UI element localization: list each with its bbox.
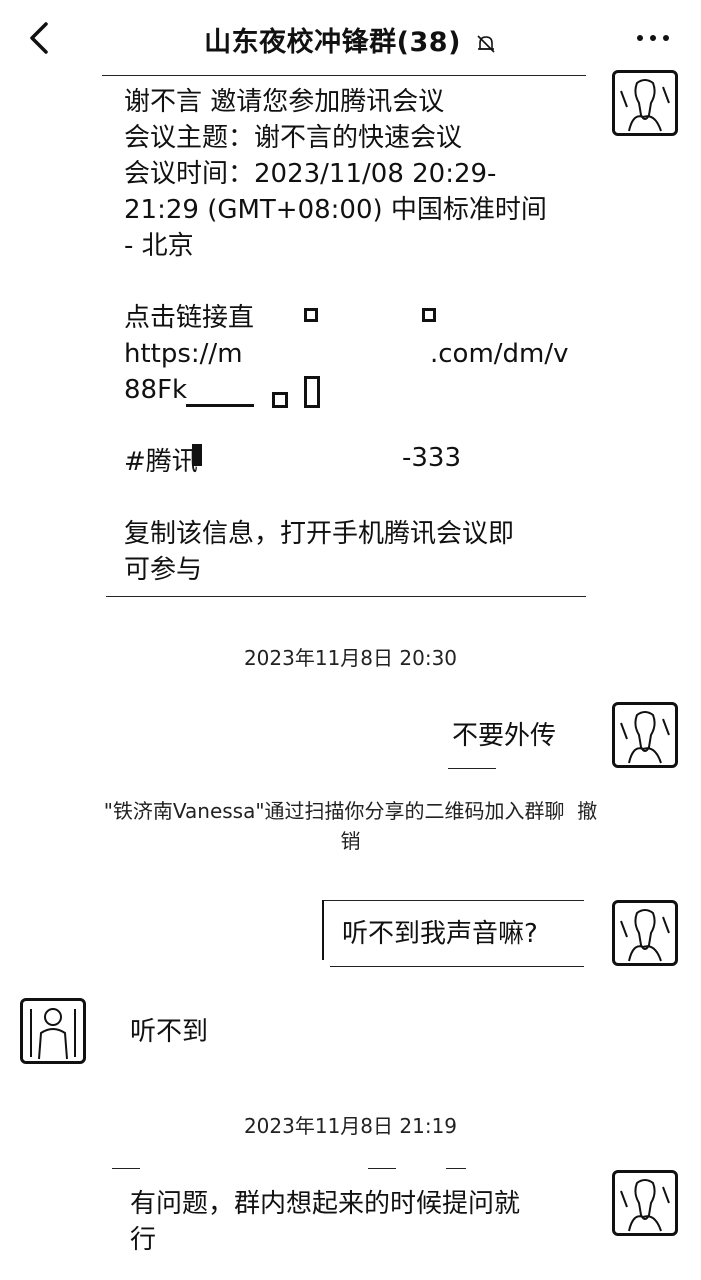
bubble-border-bottom	[106, 596, 586, 597]
system-notice: "铁济南Vanessa"通过扫描你分享的二维码加入群聊 撤 销	[103, 799, 598, 853]
avatar-self[interactable]	[612, 900, 678, 966]
avatar-self[interactable]	[612, 70, 678, 136]
bubble-border-left	[322, 900, 324, 960]
avatar-person-icon	[30, 1008, 76, 1060]
avatar-portrait-icon	[620, 1179, 670, 1232]
message-text[interactable]: 不要外传	[452, 718, 556, 754]
message-text[interactable]: 听不到	[130, 1014, 208, 1050]
bubble-border-top	[112, 1168, 140, 1169]
more-button[interactable]	[633, 24, 673, 50]
message-code-tail: -333	[402, 443, 462, 473]
bubble-border-top	[102, 75, 586, 76]
chat-title-row: 山东夜校冲锋群(38)	[0, 20, 701, 59]
message-text[interactable]: 听不到我声音嘛?	[342, 916, 538, 952]
redaction-mark	[272, 392, 288, 408]
redaction-mark	[304, 376, 320, 408]
timestamp: 2023年11月8日 20:30	[243, 646, 458, 670]
message-text[interactable]: 有问题，群内想起来的时候提问就 行	[130, 1186, 590, 1258]
avatar-portrait-icon	[620, 909, 670, 962]
more-dots-icon	[637, 35, 643, 41]
bell-slash-icon	[477, 34, 495, 53]
chat-title: 山东夜校冲锋群(38)	[204, 27, 461, 58]
redaction-mark	[186, 404, 254, 407]
bubble-border-top	[368, 1168, 396, 1169]
avatar-self[interactable]	[612, 1170, 678, 1236]
redaction-mark	[422, 308, 436, 322]
bubble-border	[448, 768, 496, 769]
chat-header: 山东夜校冲锋群(38)	[0, 0, 701, 76]
avatar-self[interactable]	[612, 702, 678, 768]
redaction-mark	[304, 308, 318, 322]
avatar-portrait-icon	[620, 711, 670, 764]
redaction-mark	[192, 444, 202, 466]
avatar-portrait-icon	[620, 79, 670, 132]
avatar-member[interactable]	[20, 998, 86, 1064]
timestamp: 2023年11月8日 21:19	[243, 1114, 458, 1138]
bubble-border-top	[446, 1168, 466, 1169]
bubble-border-bottom	[330, 966, 584, 967]
bubble-border-top	[322, 900, 584, 901]
message-link-tail: .com/dm/v	[430, 339, 569, 369]
